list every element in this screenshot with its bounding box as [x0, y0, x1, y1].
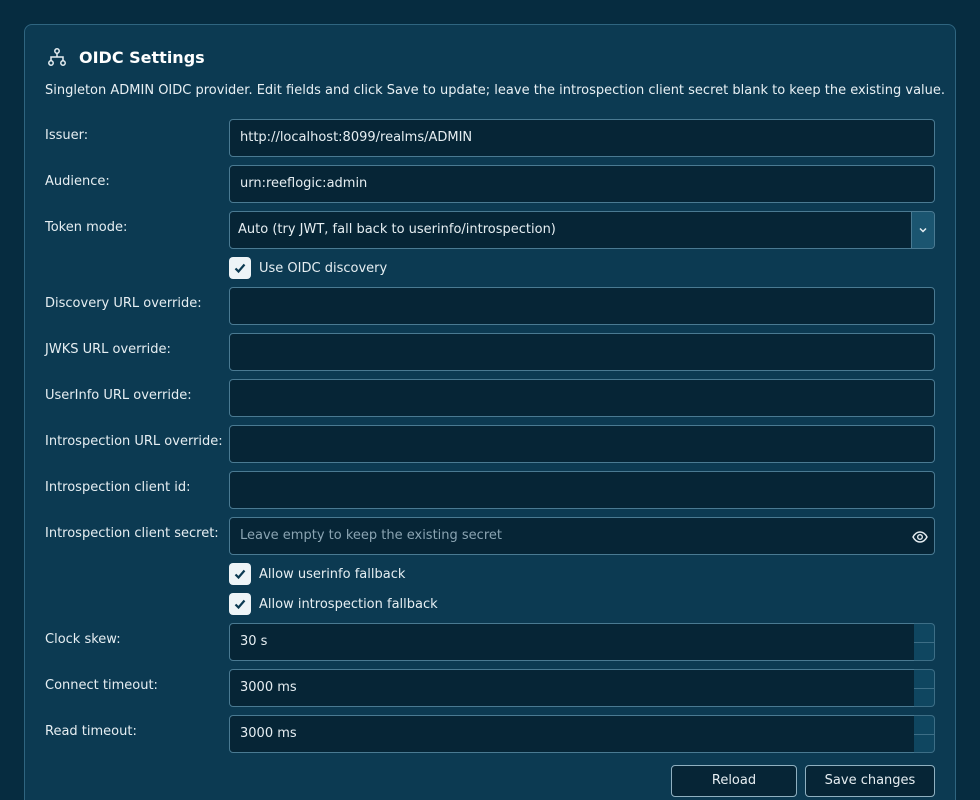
allow-userinfo-fallback-label: Allow userinfo fallback [259, 566, 406, 582]
issuer-input[interactable]: http://localhost:8099/realms/ADMIN [229, 119, 935, 157]
panel-header: OIDC Settings [47, 47, 205, 67]
allow-introspection-fallback-label: Allow introspection fallback [259, 596, 438, 612]
eye-icon[interactable] [912, 529, 928, 545]
allow-introspection-fallback-checkbox[interactable]: Allow introspection fallback [229, 593, 438, 615]
oidc-settings-panel: OIDC Settings Singleton ADMIN OIDC provi… [24, 24, 956, 800]
token-mode-value: Auto (try JWT, fall back to userinfo/int… [238, 222, 556, 237]
checkbox-box[interactable] [229, 563, 251, 585]
reload-button[interactable]: Reload [671, 765, 797, 797]
network-icon [48, 48, 66, 66]
use-discovery-label: Use OIDC discovery [259, 260, 388, 276]
checkbox-box[interactable] [229, 257, 251, 279]
panel-description: Singleton ADMIN OIDC provider. Edit fiel… [45, 83, 946, 98]
jwks-url-input[interactable] [229, 333, 935, 371]
userinfo-url-input[interactable] [229, 379, 935, 417]
discovery-url-label: Discovery URL override: [45, 296, 202, 311]
introspection-url-input[interactable] [229, 425, 935, 463]
discovery-url-input[interactable] [229, 287, 935, 325]
introspection-client-secret-input[interactable]: Leave empty to keep the existing secret [229, 517, 935, 555]
jwks-url-label: JWKS URL override: [45, 342, 171, 357]
token-mode-dropdown-button[interactable] [911, 212, 934, 248]
read-timeout-spinner[interactable] [914, 715, 935, 753]
checkbox-box[interactable] [229, 593, 251, 615]
check-icon [234, 599, 246, 610]
use-discovery-checkbox[interactable]: Use OIDC discovery [229, 257, 387, 279]
check-icon [234, 569, 246, 580]
issuer-label: Issuer: [45, 128, 89, 143]
userinfo-url-label: UserInfo URL override: [45, 388, 192, 403]
connect-timeout-label: Connect timeout: [45, 678, 158, 693]
audience-label: Audience: [45, 174, 110, 189]
connect-timeout-input[interactable]: 3000 ms [229, 669, 915, 707]
connect-timeout-spinner[interactable] [914, 669, 935, 707]
introspection-url-label: Introspection URL override: [45, 434, 223, 449]
introspection-client-id-input[interactable] [229, 471, 935, 509]
read-timeout-label: Read timeout: [45, 724, 137, 739]
chevron-down-icon [919, 227, 927, 233]
save-button[interactable]: Save changes [805, 765, 935, 797]
clock-skew-label: Clock skew: [45, 632, 121, 647]
check-icon [234, 263, 246, 274]
audience-input[interactable]: urn:reeflogic:admin [229, 165, 935, 203]
token-mode-select[interactable]: Auto (try JWT, fall back to userinfo/int… [229, 211, 935, 249]
introspection-client-id-label: Introspection client id: [45, 480, 191, 495]
read-timeout-input[interactable]: 3000 ms [229, 715, 915, 753]
page-title: OIDC Settings [79, 47, 205, 67]
token-mode-label: Token mode: [45, 220, 128, 235]
allow-userinfo-fallback-checkbox[interactable]: Allow userinfo fallback [229, 563, 405, 585]
clock-skew-spinner[interactable] [914, 623, 935, 661]
secret-placeholder: Leave empty to keep the existing secret [240, 528, 502, 543]
clock-skew-input[interactable]: 30 s [229, 623, 915, 661]
introspection-client-secret-label: Introspection client secret: [45, 526, 219, 541]
